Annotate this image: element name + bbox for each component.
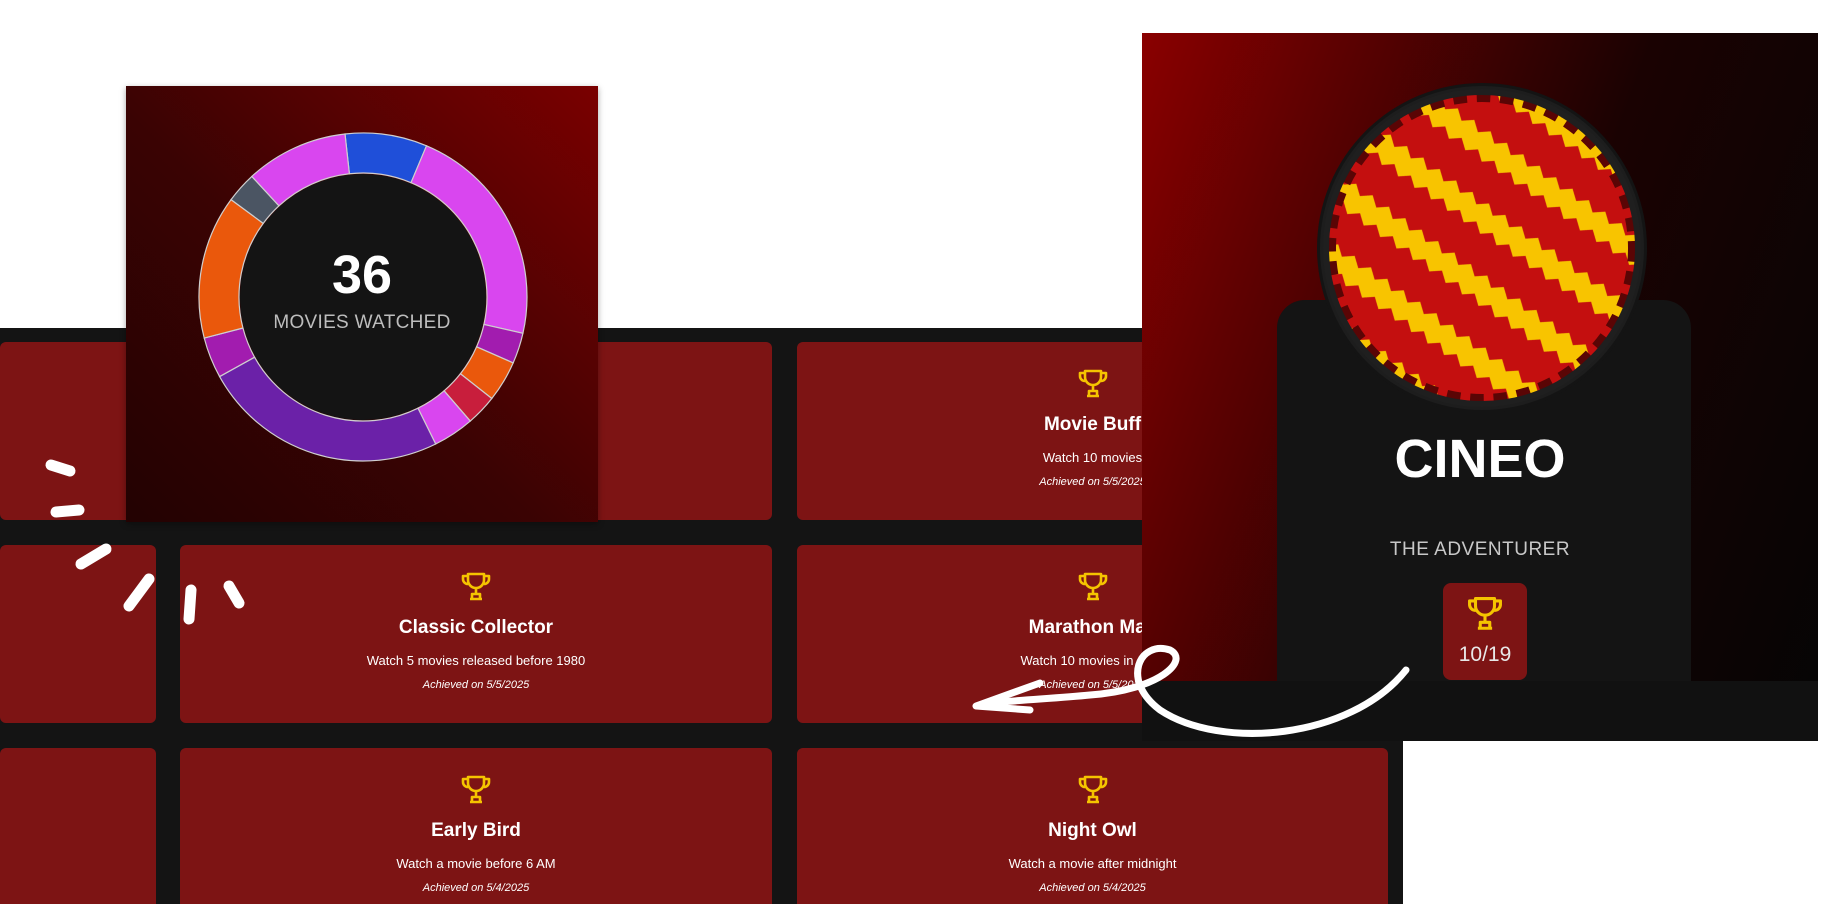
trophy-icon — [1078, 775, 1107, 804]
achievement-date: Achieved on 5/4/2025 — [1039, 882, 1146, 894]
achievement-card[interactable]: Early Bird Watch a movie before 6 AM Ach… — [180, 748, 772, 904]
achievement-title: Night Owl — [1048, 820, 1137, 841]
achievement-desc: Watch 5 movies released before 1980 — [366, 653, 586, 668]
movies-watched-card: 36 MOVIES WATCHED — [126, 86, 598, 522]
zigzag-avatar-icon — [1320, 86, 1644, 410]
profile-name: CINEO — [1394, 429, 1566, 489]
achievement-card-partial[interactable] — [0, 545, 156, 723]
achievement-date: Achieved on 5/4/2025 — [422, 882, 530, 894]
achievements-badge[interactable]: 10/19 — [1443, 583, 1527, 680]
achievement-card[interactable]: Classic Collector Watch 5 movies release… — [180, 545, 772, 723]
achievement-title: Classic Collector — [398, 617, 554, 638]
trophy-icon — [1078, 572, 1107, 601]
trophy-icon — [461, 572, 491, 601]
achievements-count: 10/19 — [1458, 643, 1512, 666]
achievement-desc: Watch a movie before 6 AM — [396, 856, 556, 871]
achievement-card-partial[interactable] — [0, 748, 156, 904]
trophy-icon — [461, 775, 491, 804]
achievement-desc: Watch a movie after midnight — [1008, 856, 1177, 871]
achievement-date: Achieved on 5/5/2025 — [422, 679, 530, 691]
profile-card-footer — [1142, 681, 1818, 741]
profile-card: CINEO THE ADVENTURER 10/19 — [1142, 33, 1818, 741]
trophy-icon — [1078, 369, 1107, 398]
avatar[interactable] — [1317, 83, 1647, 413]
movies-watched-label: MOVIES WATCHED — [273, 312, 451, 333]
movies-watched-count: 36 — [331, 245, 393, 305]
achievement-title: Early Bird — [431, 820, 521, 841]
achievement-card[interactable]: Night Owl Watch a movie after midnight A… — [797, 748, 1388, 904]
profile-title: THE ADVENTURER — [1389, 539, 1571, 560]
trophy-icon — [1468, 597, 1502, 630]
